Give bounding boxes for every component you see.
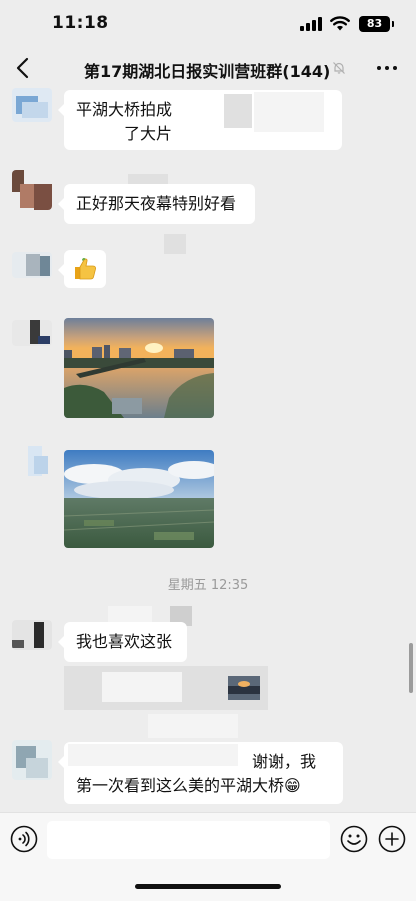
member-avatar[interactable]: [12, 444, 52, 478]
back-arrow-icon[interactable]: [12, 55, 36, 81]
sunset-lake-photo[interactable]: [64, 318, 214, 418]
obscured-content: [102, 672, 182, 702]
member-avatar[interactable]: [12, 320, 52, 346]
voice-input-icon[interactable]: [10, 825, 38, 853]
obscured-content: [254, 92, 324, 132]
status-bar: 11:18 83: [0, 0, 416, 46]
message-bubble[interactable]: 平湖大桥拍成 了大片: [58, 90, 342, 150]
signal-icon: [300, 17, 322, 31]
obscured-content: [224, 94, 252, 128]
emoji-bubble[interactable]: [58, 250, 106, 288]
message-text-line: 第一次看到这么美的平湖大桥😁: [76, 776, 301, 795]
message-input[interactable]: [47, 821, 330, 859]
obscured-content: [68, 744, 238, 766]
member-avatar[interactable]: [12, 170, 52, 210]
quoted-message[interactable]: [64, 666, 268, 710]
emoji-icon[interactable]: [340, 825, 368, 853]
member-avatar[interactable]: [12, 252, 52, 278]
member-avatar[interactable]: [12, 88, 52, 122]
home-indicator[interactable]: [135, 884, 281, 889]
chat-header: 第17期湖北日报实训营班群(144): [0, 46, 416, 90]
mute-bell-icon: [333, 62, 345, 74]
add-attachment-icon[interactable]: [378, 825, 406, 853]
aerial-landscape-photo[interactable]: [64, 450, 214, 548]
member-avatar[interactable]: [12, 740, 52, 780]
message-bubble[interactable]: 我也喜欢这张: [58, 622, 187, 662]
message-text: 我也喜欢这张: [76, 632, 173, 651]
more-options-icon[interactable]: [376, 56, 398, 80]
scroll-indicator[interactable]: [409, 643, 413, 693]
member-avatar[interactable]: [12, 620, 52, 650]
status-time: 11:18: [52, 13, 109, 33]
obscured-nickname: [148, 714, 238, 738]
message-bubble[interactable]: 谢谢，我 第一次看到这么美的平湖大桥😁: [58, 742, 343, 804]
obscured-nickname: [164, 234, 186, 254]
wifi-icon: [330, 16, 350, 31]
quoted-image-thumbnail: [228, 676, 260, 700]
thumbs-up-icon: [75, 258, 97, 280]
message-bubble[interactable]: 正好那天夜幕特别好看: [58, 184, 255, 224]
chat-history[interactable]: 平湖大桥拍成 了大片 正好那天夜幕特别好看 星期五 12:35 我也喜欢这张 谢…: [0, 88, 416, 810]
chat-title: 第17期湖北日报实训营班群(144): [84, 62, 331, 81]
message-timestamp: 星期五 12:35: [167, 578, 249, 593]
message-text: 正好那天夜幕特别好看: [76, 194, 237, 213]
battery-indicator: 83: [359, 16, 394, 32]
